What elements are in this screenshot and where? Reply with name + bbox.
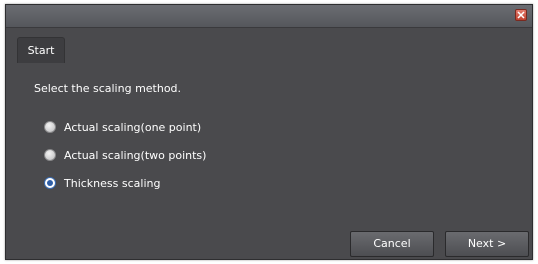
- title-bar: [6, 5, 532, 28]
- scaling-dialog: Start Select the scaling method. Actual …: [5, 4, 533, 260]
- option-label: Actual scaling(two points): [64, 148, 207, 162]
- cancel-button[interactable]: Cancel: [350, 231, 434, 257]
- close-button[interactable]: [515, 9, 527, 21]
- instruction-text: Select the scaling method.: [34, 82, 182, 95]
- option-actual-scaling-two-points[interactable]: Actual scaling(two points): [44, 141, 206, 169]
- scaling-method-options: Actual scaling(one point) Actual scaling…: [44, 113, 206, 197]
- radio-button[interactable]: [44, 121, 56, 133]
- radio-button[interactable]: [44, 149, 56, 161]
- option-actual-scaling-one-point[interactable]: Actual scaling(one point): [44, 113, 206, 141]
- next-button[interactable]: Next >: [445, 231, 529, 257]
- option-label: Actual scaling(one point): [64, 120, 202, 134]
- option-thickness-scaling[interactable]: Thickness scaling: [44, 169, 206, 197]
- tab-start[interactable]: Start: [17, 37, 65, 63]
- radio-button-selected[interactable]: [44, 177, 56, 189]
- close-icon: [517, 11, 525, 19]
- option-label: Thickness scaling: [64, 176, 161, 190]
